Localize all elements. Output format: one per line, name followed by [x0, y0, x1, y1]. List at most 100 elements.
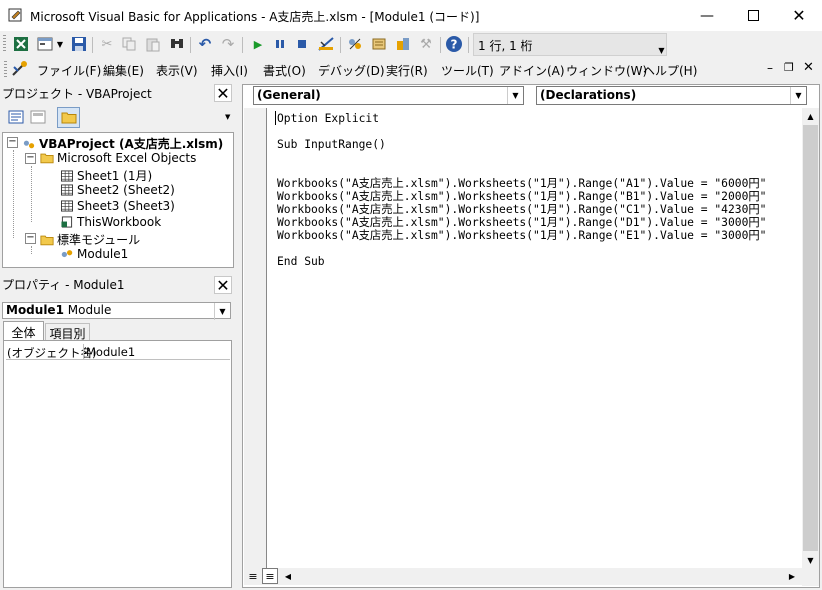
tree-item-sheet3[interactable]: Sheet3 (Sheet3) [60, 199, 175, 213]
tree-item-thisworkbook[interactable]: ThisWorkbook [60, 215, 161, 229]
object-browser-icon[interactable] [393, 34, 413, 54]
folder-open-icon [40, 235, 54, 245]
menu-run[interactable]: 実行(R) [386, 62, 428, 79]
toolbar-separator [92, 37, 93, 53]
tree-item-module1[interactable]: Module1 [60, 247, 128, 261]
tree-item-label: Microsoft Excel Objects [57, 151, 197, 165]
property-value[interactable]: Module1 [86, 345, 135, 359]
menu-insert[interactable]: 挿入(I) [211, 62, 248, 79]
chevron-down-icon: ▼ [790, 87, 806, 104]
maximize-button[interactable] [730, 0, 776, 31]
save-icon[interactable] [69, 34, 89, 54]
menu-tools[interactable]: ツール(T) [441, 62, 494, 79]
vba-app-icon[interactable] [11, 60, 31, 80]
copy-icon[interactable] [119, 34, 139, 54]
break-icon[interactable] [270, 34, 290, 54]
toggle-folders-button[interactable] [57, 107, 80, 128]
tab-categorized[interactable]: 項目別 [45, 323, 90, 341]
menu-view[interactable]: 表示(V) [156, 62, 198, 79]
toolbar-grip[interactable] [3, 35, 6, 53]
tree-item-excel-objects[interactable]: Microsoft Excel Objects [40, 151, 196, 165]
project-explorer-icon[interactable] [345, 34, 365, 54]
tree-item-sheet2[interactable]: Sheet2 (Sheet2) [60, 183, 175, 197]
mdi-restore-button[interactable]: ❐ [784, 61, 794, 74]
toolbox-icon[interactable]: ⚒ [416, 34, 436, 54]
insert-dropdown-icon[interactable]: ▼ [55, 34, 65, 54]
find-icon[interactable] [167, 34, 187, 54]
scroll-up-arrow-icon[interactable]: ▲ [802, 108, 819, 125]
minimize-button[interactable]: — [684, 0, 730, 31]
toolbar-separator [468, 37, 469, 53]
view-object-icon[interactable] [30, 110, 48, 125]
close-button[interactable]: ✕ [776, 0, 822, 31]
menubar-grip[interactable] [4, 61, 7, 79]
design-mode-icon[interactable] [316, 34, 336, 54]
redo-icon[interactable]: ↷ [218, 34, 238, 54]
tree-item-standard-modules[interactable]: 標準モジュール [40, 231, 140, 248]
svg-text:?: ? [451, 38, 458, 52]
properties-window-icon[interactable] [369, 34, 389, 54]
tree-item-label: Module1 [77, 247, 129, 261]
help-icon[interactable]: ? [444, 34, 464, 54]
margin-indicator-bar[interactable] [244, 108, 266, 568]
collapse-toggle[interactable]: − [25, 153, 36, 164]
toolbar-options-icon[interactable]: ▼ [657, 35, 666, 55]
horizontal-scrollbar-area: ≡ ≡ ◀ ▶ [244, 568, 802, 585]
menu-debug[interactable]: デバッグ(D) [318, 62, 385, 79]
run-icon[interactable]: ▶ [248, 34, 268, 54]
mdi-close-button[interactable]: ✕ [803, 60, 814, 75]
menu-format[interactable]: 書式(O) [263, 62, 306, 79]
chevron-down-icon: ▼ [214, 303, 230, 320]
tree-item-label: Sheet2 (Sheet2) [77, 183, 175, 197]
title-bar: Microsoft Visual Basic for Applications … [0, 0, 822, 31]
menu-file[interactable]: ファイル(F) [37, 62, 101, 79]
folder-open-icon [40, 153, 54, 164]
view-code-icon[interactable] [8, 110, 26, 125]
code-editor[interactable]: Option Explicit Sub InputRange() Workboo… [266, 108, 802, 568]
properties-pane-title: プロパティ - Module1 [2, 278, 125, 292]
object-selector[interactable]: Module1 Module ▼ [2, 302, 231, 320]
view-excel-icon[interactable] [11, 34, 31, 54]
insert-userform-icon[interactable] [35, 34, 55, 54]
worksheet-icon [61, 200, 73, 212]
object-selector-name: Module1 [6, 303, 64, 317]
tree-item-label: Sheet3 (Sheet3) [77, 199, 175, 213]
project-pane-close-button[interactable]: ✕ [214, 84, 232, 103]
project-toolbar-options[interactable]: ▼ [225, 113, 233, 129]
scroll-right-arrow-icon[interactable]: ▶ [784, 568, 800, 585]
menu-window[interactable]: ウィンドウ(W) [566, 62, 647, 79]
object-combo[interactable]: (General) ▼ [253, 86, 524, 105]
procedure-view-icon[interactable]: ≡ [246, 569, 260, 583]
vertical-scroll-thumb[interactable] [803, 125, 818, 551]
undo-icon[interactable]: ↶ [195, 34, 215, 54]
tree-item-sheet1[interactable]: Sheet1 (1月) [60, 167, 152, 184]
mdi-minimize-button[interactable]: – [767, 61, 773, 75]
cut-icon[interactable]: ✂ [97, 34, 117, 54]
object-selector-type: Module [67, 303, 112, 317]
menu-addins[interactable]: アドイン(A) [499, 62, 565, 79]
reset-icon[interactable] [292, 34, 312, 54]
code-line: End Sub [277, 255, 325, 268]
procedure-combo[interactable]: (Declarations) ▼ [536, 86, 807, 105]
menu-help[interactable]: ヘルプ(H) [643, 62, 697, 79]
scroll-left-arrow-icon[interactable]: ◀ [280, 568, 296, 585]
menu-edit[interactable]: 編集(E) [103, 62, 144, 79]
toolbar-separator [242, 37, 243, 53]
scroll-down-arrow-icon[interactable]: ▼ [802, 552, 819, 569]
horizontal-scroll-track[interactable] [296, 569, 784, 584]
tree-item-vbaproject[interactable]: VBAProject (A支店売上.xlsm) [22, 135, 223, 152]
tab-alphabetic[interactable]: 全体 [3, 321, 44, 341]
paste-icon[interactable] [143, 34, 163, 54]
full-module-view-icon[interactable]: ≡ [262, 568, 278, 584]
vertical-scrollbar[interactable]: ▲ ▼ [802, 108, 819, 569]
property-divider [83, 344, 84, 360]
collapse-toggle[interactable]: − [25, 233, 36, 244]
tree-line [31, 166, 32, 222]
worksheet-icon [61, 169, 73, 182]
chevron-down-icon: ▼ [507, 87, 523, 104]
collapse-toggle[interactable]: − [7, 137, 18, 148]
toolbar-separator [190, 37, 191, 53]
toolbar-separator [340, 37, 341, 53]
property-name: (オブジェクト名) [7, 346, 97, 360]
properties-pane-close-button[interactable]: ✕ [214, 276, 232, 295]
